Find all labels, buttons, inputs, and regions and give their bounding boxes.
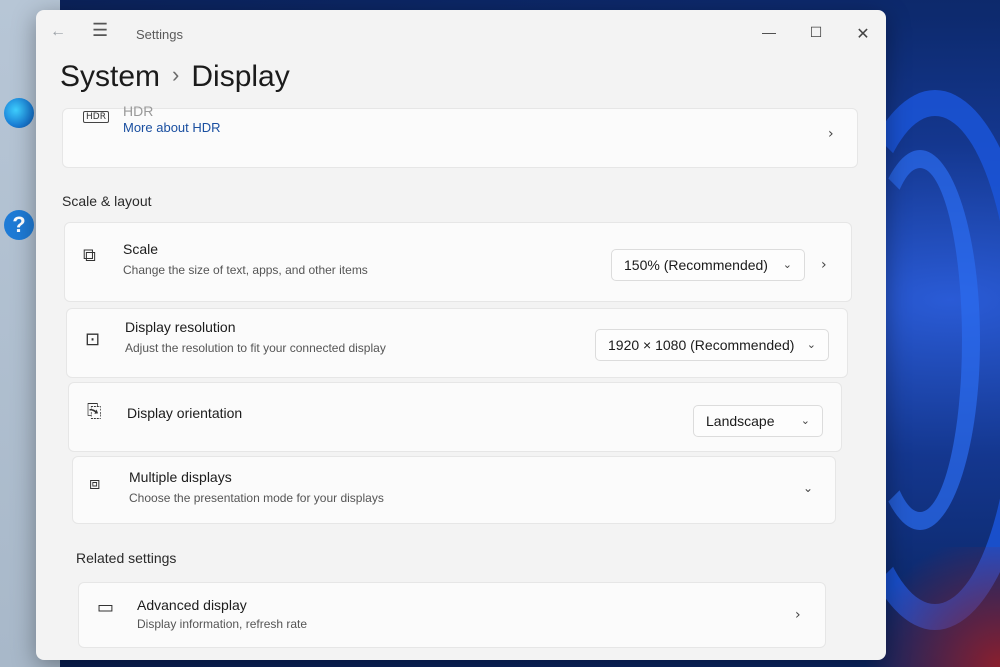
scale-icon: ⧉ bbox=[83, 245, 96, 266]
more-about-hdr-link[interactable]: More about HDR bbox=[123, 120, 221, 135]
monitor-icon: ▭ bbox=[97, 597, 115, 618]
multiple-displays-subtitle: Choose the presentation mode for your di… bbox=[129, 491, 384, 505]
orientation-value: Landscape bbox=[706, 413, 775, 429]
chevron-down-icon: ⌄ bbox=[800, 414, 810, 427]
chevron-down-icon[interactable]: ⌄ bbox=[803, 481, 813, 495]
page-title: Display bbox=[191, 60, 290, 93]
chevron-right-icon: › bbox=[828, 126, 834, 142]
multiple-displays-card[interactable]: ⧈ Multiple displays Choose the presentat… bbox=[72, 456, 836, 524]
orientation-title: Display orientation bbox=[127, 405, 243, 421]
chevron-down-icon: ⌄ bbox=[806, 338, 816, 351]
resolution-card: ⊡ Display resolution Adjust the resoluti… bbox=[66, 308, 848, 378]
minimize-button[interactable]: — bbox=[754, 24, 784, 40]
back-arrow-icon[interactable]: ← bbox=[50, 23, 66, 41]
edge-desktop-icon[interactable] bbox=[4, 98, 34, 128]
breadcrumb-separator: › bbox=[172, 62, 180, 87]
resolution-dropdown[interactable]: 1920 × 1080 (Recommended) ⌄ bbox=[595, 329, 829, 361]
chevron-right-icon: › bbox=[795, 607, 801, 623]
advanced-display-title: Advanced display bbox=[137, 597, 247, 613]
chevron-right-icon[interactable]: › bbox=[821, 257, 827, 273]
orientation-dropdown[interactable]: Landscape ⌄ bbox=[693, 405, 823, 437]
close-button[interactable]: ✕ bbox=[848, 24, 878, 44]
scale-layout-heading: Scale & layout bbox=[62, 193, 152, 209]
hdr-title: HDR bbox=[123, 103, 154, 119]
resolution-title: Display resolution bbox=[125, 319, 236, 335]
scale-dropdown[interactable]: 150% (Recommended) ⌄ bbox=[611, 249, 805, 281]
breadcrumb: System › Display bbox=[60, 60, 290, 94]
scale-subtitle: Change the size of text, apps, and other… bbox=[123, 263, 368, 277]
hdr-icon: HDR bbox=[83, 111, 109, 123]
scale-value: 150% (Recommended) bbox=[624, 257, 768, 273]
chevron-down-icon: ⌄ bbox=[782, 258, 792, 271]
hamburger-icon[interactable]: ☰ bbox=[92, 20, 108, 41]
orientation-card: ⎘ Display orientation Landscape ⌄ bbox=[68, 382, 842, 452]
resolution-value: 1920 × 1080 (Recommended) bbox=[608, 337, 795, 353]
help-desktop-icon[interactable]: ? bbox=[4, 210, 34, 240]
resolution-icon: ⊡ bbox=[85, 329, 101, 350]
settings-window: ← ☰ Settings — ☐ ✕ System › Display HDR HD… bbox=[36, 10, 886, 660]
resolution-subtitle: Adjust the resolution to fit your connec… bbox=[125, 341, 386, 355]
breadcrumb-parent[interactable]: System bbox=[60, 60, 160, 93]
hdr-card[interactable]: HDR HDR More about HDR › bbox=[62, 103, 858, 168]
advanced-display-subtitle: Display information, refresh rate bbox=[137, 617, 308, 631]
advanced-display-card[interactable]: ▭ Advanced display Display information, … bbox=[78, 582, 826, 648]
title-bar: ← ☰ Settings — ☐ ✕ bbox=[36, 10, 886, 54]
maximize-button[interactable]: ☐ bbox=[801, 24, 831, 41]
orientation-icon: ⎘ bbox=[87, 401, 102, 422]
window-title: Settings bbox=[136, 27, 183, 42]
related-settings-heading: Related settings bbox=[76, 550, 177, 566]
multiple-displays-icon: ⧈ bbox=[89, 473, 101, 494]
scale-card[interactable]: ⧉ Scale Change the size of text, apps, a… bbox=[64, 222, 852, 302]
multiple-displays-title: Multiple displays bbox=[129, 469, 232, 485]
scale-title: Scale bbox=[123, 241, 159, 257]
